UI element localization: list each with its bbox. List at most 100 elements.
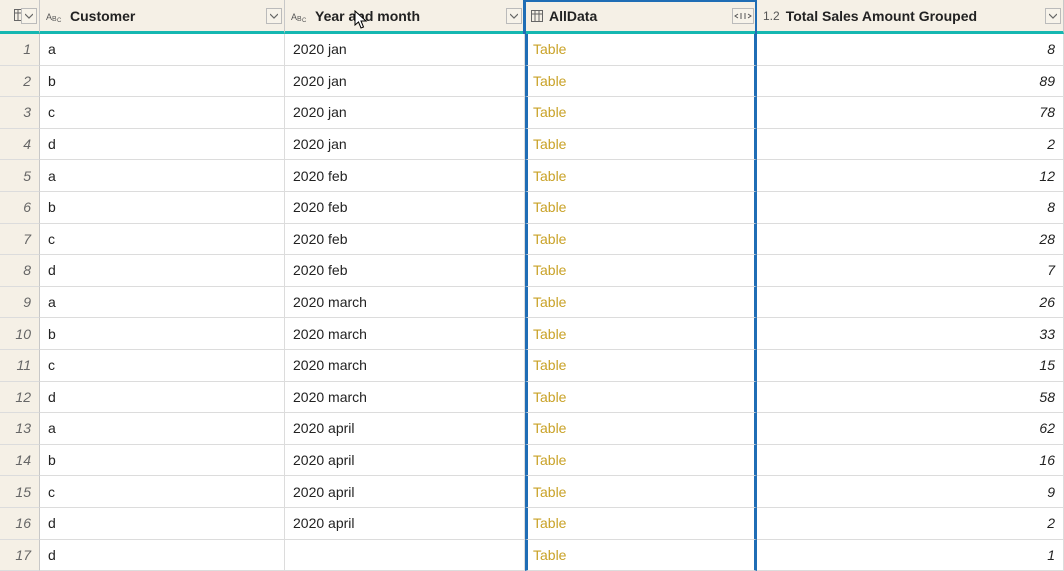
select-all-corner[interactable] [0, 0, 40, 34]
table-link[interactable]: Table [533, 515, 566, 531]
cell-total-sales[interactable]: 2 [757, 129, 1064, 161]
cell-customer[interactable]: b [40, 66, 285, 98]
cell-customer[interactable]: c [40, 224, 285, 256]
cell-year-month[interactable]: 2020 march [285, 318, 525, 350]
cell-customer[interactable]: d [40, 508, 285, 540]
row-number[interactable]: 11 [0, 350, 40, 382]
cell-customer[interactable]: a [40, 34, 285, 66]
cell-customer[interactable]: b [40, 445, 285, 477]
cell-year-month[interactable]: 2020 march [285, 287, 525, 319]
cell-total-sales[interactable]: 15 [757, 350, 1064, 382]
cell-total-sales[interactable]: 62 [757, 413, 1064, 445]
table-link[interactable]: Table [533, 231, 566, 247]
row-number[interactable]: 12 [0, 382, 40, 414]
cell-year-month[interactable]: 2020 feb [285, 224, 525, 256]
table-link[interactable]: Table [533, 199, 566, 215]
cell-customer[interactable]: a [40, 287, 285, 319]
cell-customer[interactable]: d [40, 540, 285, 571]
cell-alldata[interactable]: Table [525, 160, 757, 192]
cell-total-sales[interactable]: 16 [757, 445, 1064, 477]
column-header-year-month[interactable]: ABC Year and month [285, 0, 525, 34]
row-number[interactable]: 1 [0, 34, 40, 66]
row-number[interactable]: 8 [0, 255, 40, 287]
expand-column-button[interactable] [732, 8, 754, 24]
cell-alldata[interactable]: Table [525, 318, 757, 350]
cell-year-month[interactable]: 2020 jan [285, 97, 525, 129]
cell-alldata[interactable]: Table [525, 287, 757, 319]
row-number[interactable]: 15 [0, 476, 40, 508]
table-link[interactable]: Table [533, 41, 566, 57]
cell-alldata[interactable]: Table [525, 34, 757, 66]
row-number[interactable]: 13 [0, 413, 40, 445]
cell-alldata[interactable]: Table [525, 413, 757, 445]
cell-year-month[interactable]: 2020 feb [285, 255, 525, 287]
cell-total-sales[interactable]: 8 [757, 192, 1064, 224]
cell-total-sales[interactable]: 33 [757, 318, 1064, 350]
cell-customer[interactable]: c [40, 350, 285, 382]
row-number[interactable]: 16 [0, 508, 40, 540]
cell-alldata[interactable]: Table [525, 540, 757, 571]
cell-year-month[interactable]: 2020 march [285, 350, 525, 382]
table-link[interactable]: Table [533, 73, 566, 89]
cell-customer[interactable]: a [40, 160, 285, 192]
cell-year-month[interactable]: 2020 april [285, 413, 525, 445]
cell-year-month[interactable]: 2020 feb [285, 160, 525, 192]
cell-alldata[interactable]: Table [525, 476, 757, 508]
cell-alldata[interactable]: Table [525, 129, 757, 161]
table-link[interactable]: Table [533, 326, 566, 342]
cell-customer[interactable]: b [40, 318, 285, 350]
row-number[interactable]: 2 [0, 66, 40, 98]
column-header-total-sales[interactable]: 1.2 Total Sales Amount Grouped [757, 0, 1064, 34]
cell-year-month[interactable]: 2020 jan [285, 129, 525, 161]
cell-customer[interactable]: d [40, 255, 285, 287]
table-link[interactable]: Table [533, 389, 566, 405]
table-link[interactable]: Table [533, 262, 566, 278]
row-number[interactable]: 5 [0, 160, 40, 192]
cell-total-sales[interactable]: 7 [757, 255, 1064, 287]
cell-total-sales[interactable]: 28 [757, 224, 1064, 256]
cell-alldata[interactable]: Table [525, 192, 757, 224]
table-link[interactable]: Table [533, 168, 566, 184]
table-link[interactable]: Table [533, 294, 566, 310]
filter-dropdown[interactable] [506, 8, 522, 24]
cell-alldata[interactable]: Table [525, 382, 757, 414]
cell-alldata[interactable]: Table [525, 508, 757, 540]
table-link[interactable]: Table [533, 136, 566, 152]
cell-year-month[interactable]: 2020 april [285, 445, 525, 477]
cell-alldata[interactable]: Table [525, 350, 757, 382]
cell-customer[interactable]: b [40, 192, 285, 224]
cell-total-sales[interactable]: 26 [757, 287, 1064, 319]
cell-customer[interactable]: d [40, 382, 285, 414]
table-link[interactable]: Table [533, 547, 566, 563]
cell-year-month[interactable]: 2020 jan [285, 34, 525, 66]
cell-alldata[interactable]: Table [525, 66, 757, 98]
cell-total-sales[interactable]: 1 [757, 540, 1064, 571]
cell-year-month[interactable]: 2020 march [285, 382, 525, 414]
row-number[interactable]: 14 [0, 445, 40, 477]
table-link[interactable]: Table [533, 357, 566, 373]
cell-total-sales[interactable]: 9 [757, 476, 1064, 508]
corner-dropdown[interactable] [21, 8, 37, 24]
cell-year-month[interactable]: 2020 jan [285, 66, 525, 98]
table-link[interactable]: Table [533, 420, 566, 436]
cell-total-sales[interactable]: 12 [757, 160, 1064, 192]
cell-customer[interactable]: d [40, 129, 285, 161]
cell-total-sales[interactable]: 8 [757, 34, 1064, 66]
row-number[interactable]: 7 [0, 224, 40, 256]
cell-total-sales[interactable]: 78 [757, 97, 1064, 129]
cell-year-month[interactable] [285, 540, 525, 571]
cell-alldata[interactable]: Table [525, 255, 757, 287]
table-link[interactable]: Table [533, 452, 566, 468]
column-header-customer[interactable]: ABC Customer [40, 0, 285, 34]
row-number[interactable]: 9 [0, 287, 40, 319]
row-number[interactable]: 4 [0, 129, 40, 161]
row-number[interactable]: 10 [0, 318, 40, 350]
cell-year-month[interactable]: 2020 feb [285, 192, 525, 224]
cell-year-month[interactable]: 2020 april [285, 508, 525, 540]
cell-total-sales[interactable]: 89 [757, 66, 1064, 98]
cell-customer[interactable]: c [40, 97, 285, 129]
filter-dropdown[interactable] [266, 8, 282, 24]
cell-customer[interactable]: a [40, 413, 285, 445]
row-number[interactable]: 17 [0, 540, 40, 571]
cell-alldata[interactable]: Table [525, 445, 757, 477]
